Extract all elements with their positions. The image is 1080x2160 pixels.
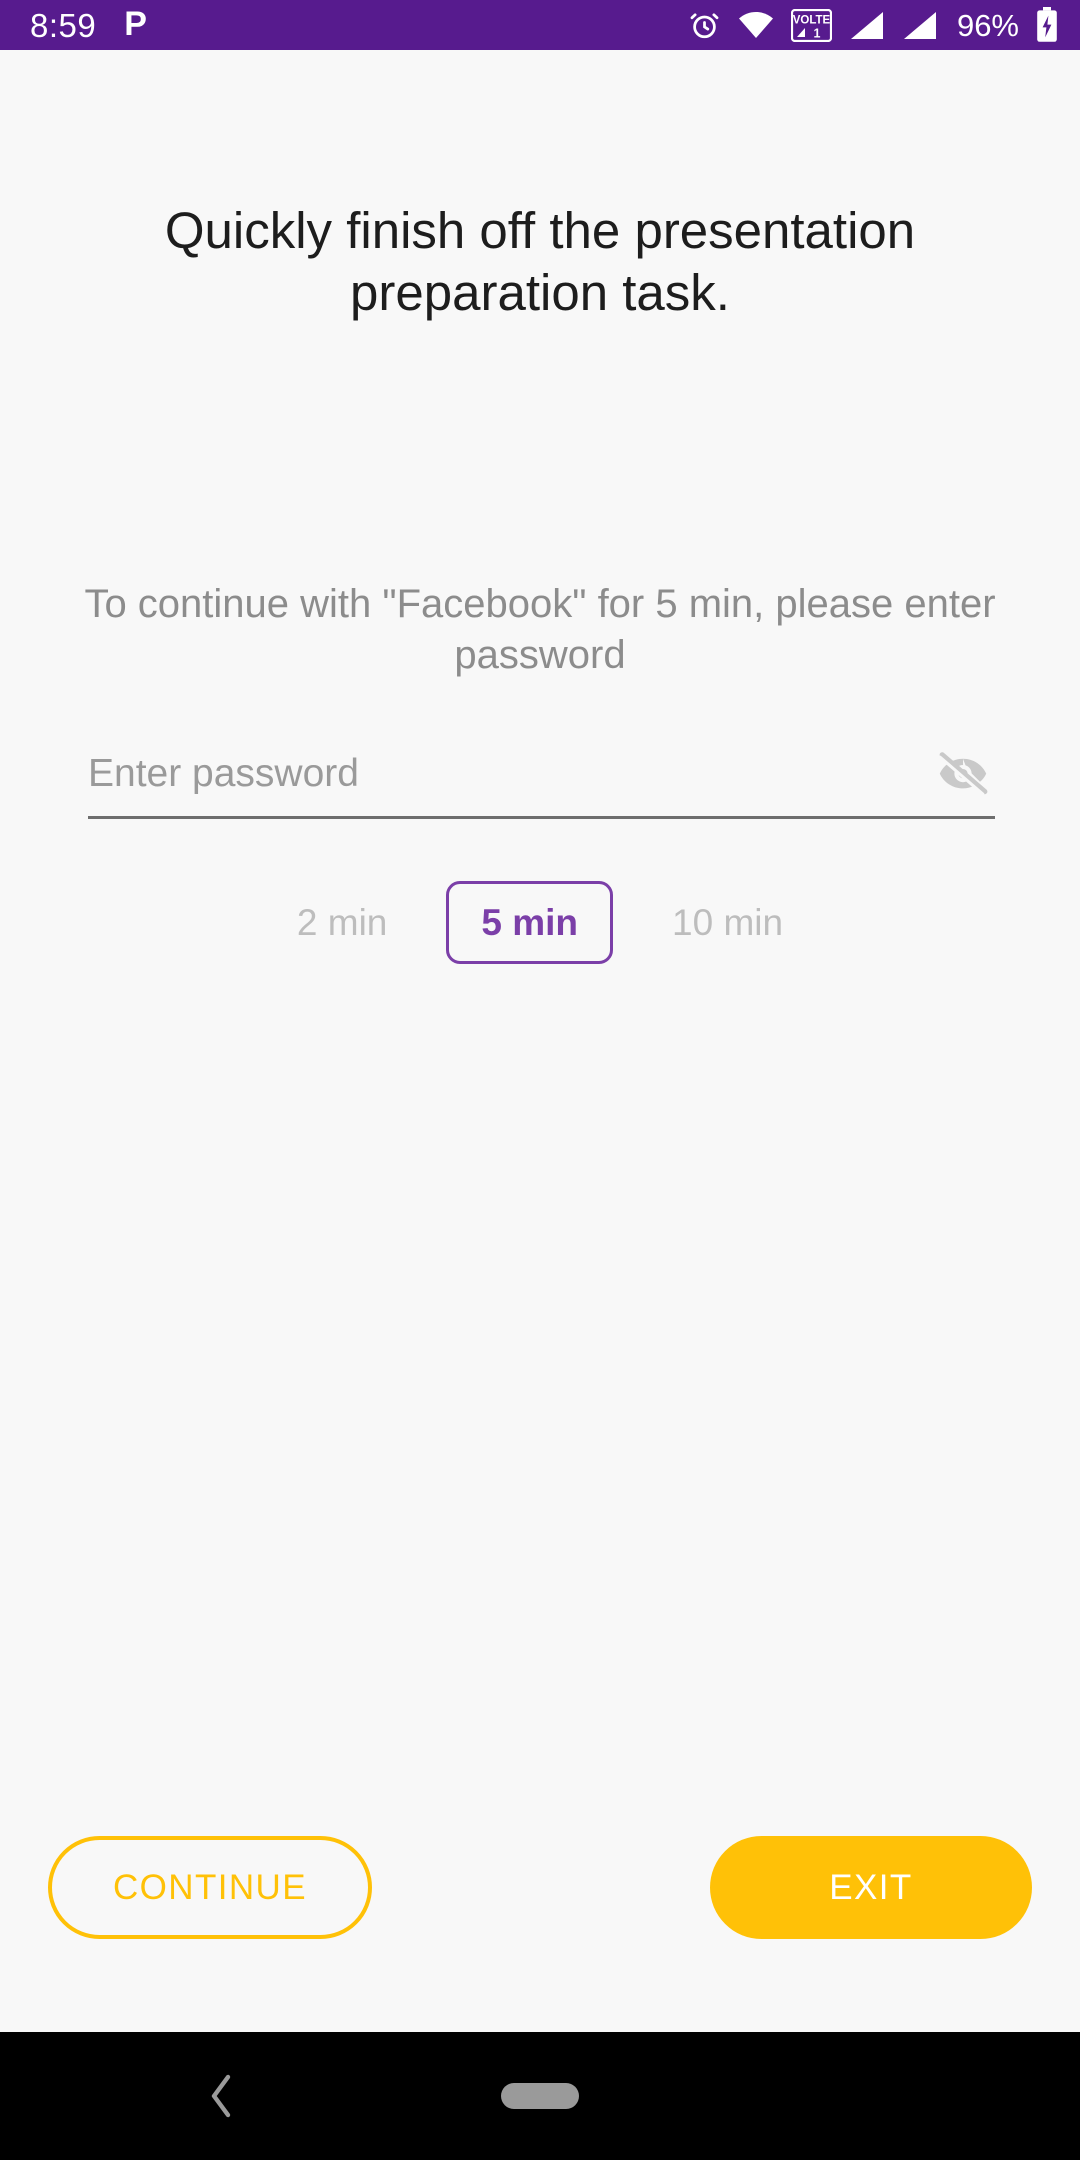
svg-text:1: 1 bbox=[813, 26, 820, 40]
status-bar-right: VOLTE 1 96% bbox=[688, 7, 1058, 43]
password-field-row bbox=[88, 750, 995, 820]
page-title: Quickly finish off the presentation prep… bbox=[164, 202, 916, 322]
eye-off-icon bbox=[935, 750, 991, 796]
alarm-icon bbox=[688, 9, 721, 42]
duration-chip-group: 2 min 5 min 10 min bbox=[0, 881, 1080, 965]
battery-percentage-label: 96% bbox=[956, 7, 1019, 43]
volte-icon: VOLTE 1 bbox=[790, 8, 832, 42]
password-prompt-text: To continue with "Facebook" for 5 min, p… bbox=[84, 582, 996, 677]
nav-back-button[interactable] bbox=[196, 2063, 246, 2129]
continue-button[interactable]: CONTINUE bbox=[48, 1836, 372, 1939]
duration-chip-10min[interactable]: 10 min bbox=[643, 881, 812, 964]
action-button-row: CONTINUE EXIT bbox=[0, 1836, 1080, 1939]
signal-sim1-icon bbox=[849, 10, 885, 41]
status-bar-left: 8:59 P bbox=[30, 5, 147, 44]
wifi-icon bbox=[738, 10, 774, 40]
duration-chip-5min[interactable]: 5 min bbox=[446, 881, 614, 965]
nav-home-pill[interactable] bbox=[501, 2083, 579, 2109]
signal-sim2-icon bbox=[902, 10, 938, 41]
chevron-left-icon bbox=[206, 2073, 236, 2119]
battery-charging-icon bbox=[1036, 7, 1058, 43]
svg-text:VOLTE: VOLTE bbox=[793, 14, 831, 26]
phone-screen: 8:59 P VOLTE 1 96% Quickly finish off th… bbox=[0, 0, 1080, 2160]
toggle-password-visibility-button[interactable] bbox=[925, 750, 995, 798]
system-navigation-bar bbox=[0, 2032, 1080, 2160]
main-content: Quickly finish off the presentation prep… bbox=[0, 50, 1080, 2032]
notification-p-icon: P bbox=[124, 5, 147, 43]
status-bar-clock: 8:59 bbox=[30, 6, 97, 44]
status-bar: 8:59 P VOLTE 1 96% bbox=[0, 0, 1080, 50]
exit-button[interactable]: EXIT bbox=[710, 1836, 1032, 1939]
password-input[interactable] bbox=[88, 752, 925, 799]
duration-chip-2min[interactable]: 2 min bbox=[268, 881, 416, 964]
